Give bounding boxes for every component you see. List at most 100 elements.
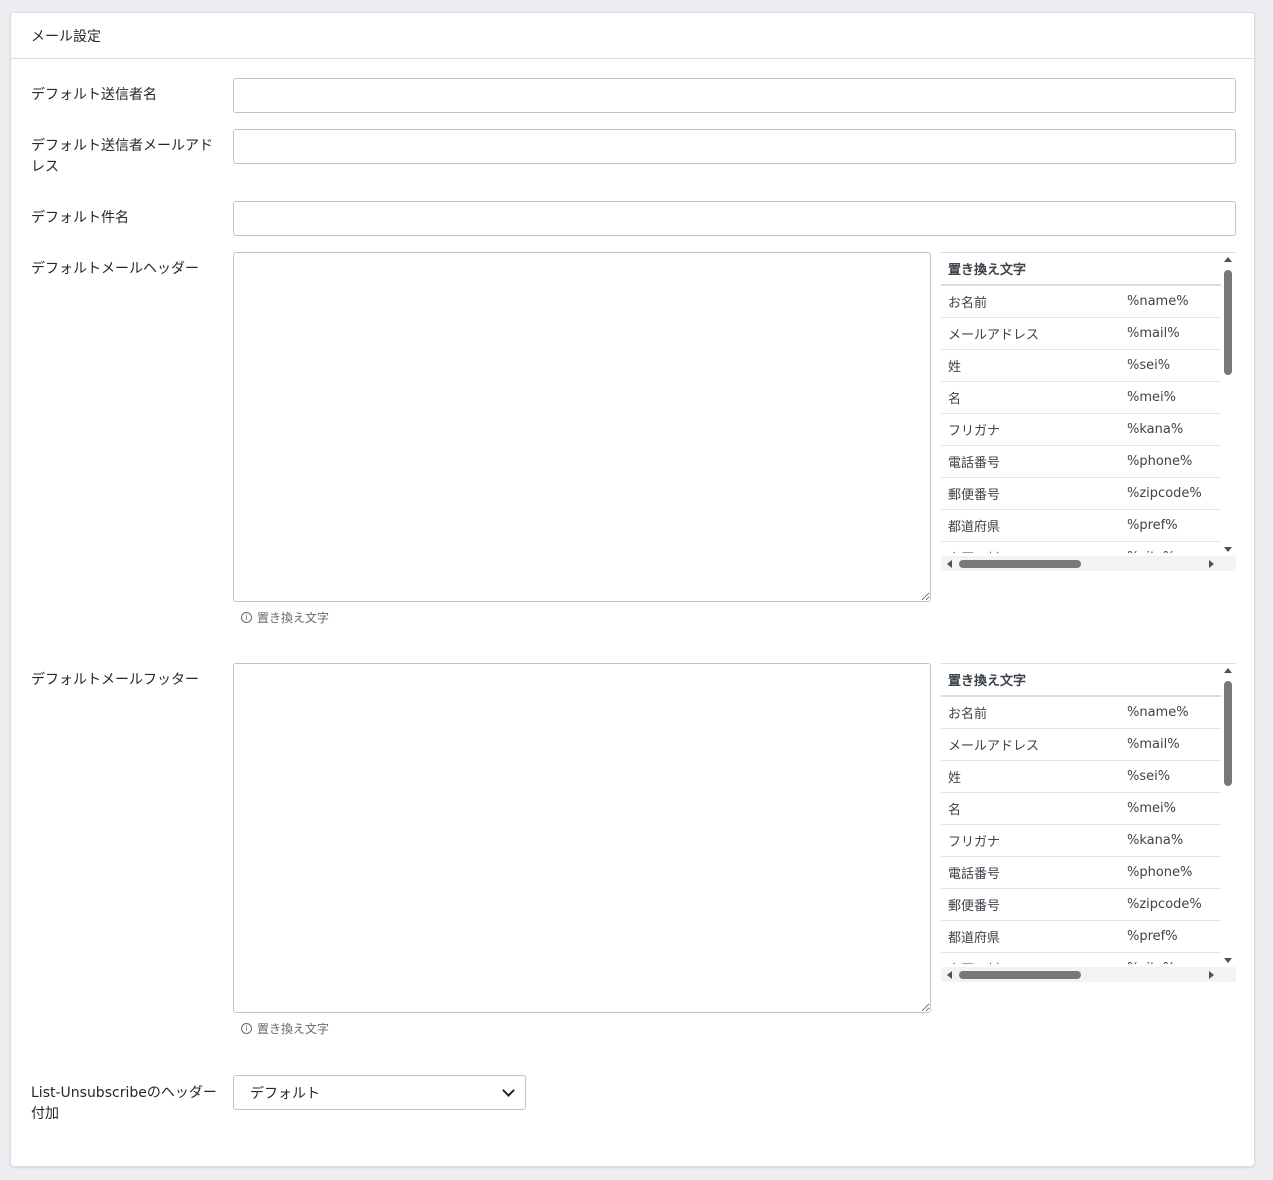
replacement-row: 都道府県 %pref% <box>941 920 1221 953</box>
replacement-row: 姓 %sei% <box>941 349 1221 382</box>
replacement-table-viewport: 置き換え文字 お名前 %name% メールアドレス %mail% 姓 %sei% 名 %mei… <box>941 253 1221 553</box>
scroll-down-arrow-icon[interactable] <box>1224 958 1232 963</box>
sender-name-input[interactable] <box>233 78 1236 113</box>
replacement-code[interactable]: %zipcode% <box>1127 888 1221 921</box>
info-icon: i <box>241 612 252 623</box>
scroll-left-arrow-icon[interactable] <box>947 971 952 979</box>
mail-header-label: デフォルトメールヘッダー <box>31 261 199 277</box>
footer-replacement-panel[interactable]: 置き換え文字 お名前 %name% メールアドレス %mail% 姓 %sei% 名 %mei… <box>941 663 1236 982</box>
replacement-row: お名前 %name% <box>941 696 1221 729</box>
scroll-thumb[interactable] <box>1224 270 1232 375</box>
replacement-code[interactable]: %pref% <box>1127 509 1221 542</box>
replacement-name: お名前 <box>941 696 1127 729</box>
card-title: メール設定 <box>31 28 101 45</box>
header-help-text: i 置き換え文字 <box>241 609 329 626</box>
chevron-down-icon <box>502 1084 515 1097</box>
replacement-name: 都道府県 <box>941 509 1127 542</box>
subject-label: デフォルト件名 <box>31 210 129 226</box>
scroll-up-arrow-icon[interactable] <box>1224 668 1232 673</box>
horizontal-scrollbar[interactable] <box>941 967 1236 982</box>
replacement-code[interactable]: %mei% <box>1127 381 1221 414</box>
help-label: 置き換え文字 <box>257 611 330 625</box>
sender-email-input[interactable] <box>233 129 1236 164</box>
replacement-name: 名 <box>941 381 1127 414</box>
replacement-rows: お名前 %name% メールアドレス %mail% 姓 %sei% 名 %mei% フリガナ %k… <box>941 696 1221 964</box>
subject-input[interactable] <box>233 201 1236 236</box>
replacement-code[interactable]: %mei% <box>1127 792 1221 825</box>
replacement-table: 置き換え文字 お名前 %name% メールアドレス %mail% 姓 %sei% 名 %mei… <box>941 664 1221 964</box>
replacement-table-title: 置き換え文字 <box>941 664 1221 697</box>
replacement-name: メールアドレス <box>941 728 1127 761</box>
scroll-up-arrow-icon[interactable] <box>1224 257 1232 262</box>
replacement-row: 電話番号 %phone% <box>941 856 1221 889</box>
scroll-thumb[interactable] <box>1224 681 1232 786</box>
mail-header-textarea[interactable] <box>233 252 931 602</box>
replacement-name: 名 <box>941 792 1127 825</box>
replacement-row: 名 %mei% <box>941 381 1221 414</box>
replacement-name: 都道府県 <box>941 920 1127 953</box>
replacement-code[interactable]: %phone% <box>1127 856 1221 889</box>
replacement-name: フリガナ <box>941 413 1127 446</box>
sender-name-label: デフォルト送信者名 <box>31 87 157 103</box>
replacement-name: メールアドレス <box>941 317 1127 350</box>
unsubscribe-label: List-Unsubscribeのヘッダー付加 <box>31 1085 217 1122</box>
replacement-code[interactable]: %zipcode% <box>1127 477 1221 510</box>
replacement-row: フリガナ %kana% <box>941 824 1221 857</box>
replacement-name: 郵便番号 <box>941 888 1127 921</box>
replacement-table: 置き換え文字 お名前 %name% メールアドレス %mail% 姓 %sei% 名 %mei… <box>941 253 1221 553</box>
replacement-code[interactable]: %sei% <box>1127 349 1221 382</box>
replacement-code[interactable]: %name% <box>1127 285 1221 318</box>
replacement-code[interactable]: %mail% <box>1127 728 1221 761</box>
replacement-name: 市区町村 <box>941 541 1127 553</box>
replacement-name: フリガナ <box>941 824 1127 857</box>
mail-footer-label: デフォルトメールフッター <box>31 672 199 688</box>
replacement-code[interactable]: %kana% <box>1127 824 1221 857</box>
scroll-right-arrow-icon[interactable] <box>1209 971 1214 979</box>
replacement-row: 郵便番号 %zipcode% <box>941 888 1221 921</box>
replacement-code[interactable]: %city% <box>1127 952 1221 964</box>
horizontal-scrollbar[interactable] <box>941 556 1236 571</box>
sender-email-label: デフォルト送信者メールアドレス <box>31 138 213 175</box>
footer-help-text: i 置き換え文字 <box>241 1020 329 1037</box>
card-header: メール設定 <box>11 13 1254 59</box>
mail-footer-textarea[interactable] <box>233 663 931 1013</box>
replacement-table-viewport: 置き換え文字 お名前 %name% メールアドレス %mail% 姓 %sei% 名 %mei… <box>941 664 1221 964</box>
help-label: 置き換え文字 <box>257 1022 330 1036</box>
replacement-row: 姓 %sei% <box>941 760 1221 793</box>
replacement-code[interactable]: %phone% <box>1127 445 1221 478</box>
replacement-table-title: 置き換え文字 <box>941 253 1221 286</box>
replacement-code[interactable]: %city% <box>1127 541 1221 553</box>
header-replacement-panel[interactable]: 置き換え文字 お名前 %name% メールアドレス %mail% 姓 %sei% 名 %mei… <box>941 252 1236 571</box>
replacement-name: お名前 <box>941 285 1127 318</box>
replacement-row: 都道府県 %pref% <box>941 509 1221 542</box>
vertical-scrollbar[interactable] <box>1221 253 1236 556</box>
replacement-name: 姓 <box>941 349 1127 382</box>
scroll-thumb[interactable] <box>959 560 1081 568</box>
replacement-code[interactable]: %name% <box>1127 696 1221 729</box>
mail-settings-card: メール設定 デフォルト送信者名 デフォルト送信者メールアドレス デフォルト件名 … <box>10 12 1255 1167</box>
replacement-rows: お名前 %name% メールアドレス %mail% 姓 %sei% 名 %mei% フリガナ %k… <box>941 285 1221 553</box>
replacement-row: お名前 %name% <box>941 285 1221 318</box>
replacement-row: メールアドレス %mail% <box>941 317 1221 350</box>
replacement-code[interactable]: %mail% <box>1127 317 1221 350</box>
replacement-name: 電話番号 <box>941 856 1127 889</box>
replacement-row: メールアドレス %mail% <box>941 728 1221 761</box>
replacement-row: 電話番号 %phone% <box>941 445 1221 478</box>
unsubscribe-selected-value: デフォルト <box>250 1085 320 1102</box>
replacement-name: 電話番号 <box>941 445 1127 478</box>
replacement-row: 名 %mei% <box>941 792 1221 825</box>
replacement-row: 郵便番号 %zipcode% <box>941 477 1221 510</box>
replacement-name: 郵便番号 <box>941 477 1127 510</box>
replacement-code[interactable]: %kana% <box>1127 413 1221 446</box>
scroll-right-arrow-icon[interactable] <box>1209 560 1214 568</box>
vertical-scrollbar[interactable] <box>1221 664 1236 967</box>
replacement-code[interactable]: %pref% <box>1127 920 1221 953</box>
unsubscribe-select[interactable]: デフォルト <box>233 1075 526 1110</box>
info-icon: i <box>241 1023 252 1034</box>
scroll-thumb[interactable] <box>959 971 1081 979</box>
replacement-row: 市区町村%city% <box>941 952 1221 964</box>
scroll-down-arrow-icon[interactable] <box>1224 547 1232 552</box>
replacement-row: 市区町村%city% <box>941 541 1221 553</box>
scroll-left-arrow-icon[interactable] <box>947 560 952 568</box>
replacement-code[interactable]: %sei% <box>1127 760 1221 793</box>
